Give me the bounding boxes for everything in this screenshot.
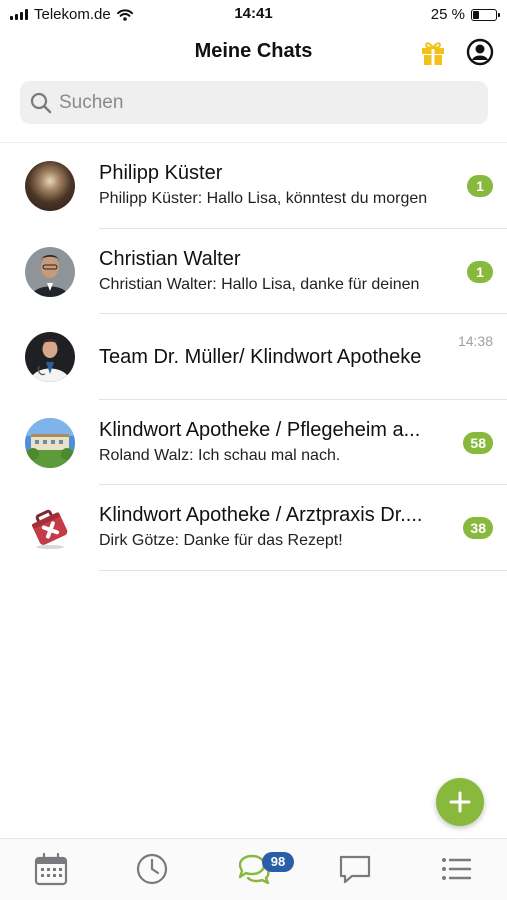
- row-divider: [99, 569, 507, 571]
- chat-preview: Roland Walz: Ich schau mal nach.: [99, 446, 341, 464]
- tab-history[interactable]: [134, 851, 170, 887]
- chat-time: 14:38: [457, 333, 493, 349]
- tab-calendar[interactable]: [33, 851, 69, 887]
- list-icon: [442, 858, 472, 880]
- status-right: 25 %: [430, 6, 500, 23]
- chat-preview: Philipp Küster: Hallo Lisa, könntest du …: [99, 190, 428, 207]
- tab-messages[interactable]: [337, 851, 373, 887]
- chat-list: Philipp Küster Philipp Küster: Hallo Lis…: [0, 143, 507, 571]
- chat-name: Team Dr. Müller/ Klindwort Apotheke: [99, 346, 422, 368]
- search-input[interactable]: [59, 91, 459, 114]
- avatar: [25, 417, 75, 468]
- tab-menu[interactable]: [438, 851, 474, 887]
- gift-icon[interactable]: [420, 38, 446, 66]
- new-chat-button[interactable]: [436, 778, 484, 826]
- chat-row-arztpraxis[interactable]: Klindwort Apotheke / Arztpraxis Dr.... D…: [0, 485, 507, 571]
- unread-badge: 38: [463, 517, 493, 539]
- chat-preview: Christian Walter: Hallo Lisa, danke für …: [99, 275, 420, 293]
- chat-row-christian-walter[interactable]: Christian Walter Christian Walter: Hallo…: [0, 229, 507, 314]
- status-bar: Telekom.de 14:41 25 %: [0, 0, 507, 30]
- battery-icon: [471, 8, 500, 21]
- battery-level: [473, 10, 479, 19]
- unread-badge: 1: [467, 260, 493, 283]
- unread-badge: 1: [467, 175, 493, 197]
- avatar: [25, 332, 75, 382]
- tab-bar: 98: [0, 838, 507, 900]
- avatar: [25, 246, 75, 297]
- calendar-icon: [34, 852, 68, 886]
- chat-preview: Dirk Götze: Danke für das Rezept!: [99, 532, 343, 549]
- chat-row-pflegeheim[interactable]: Klindwort Apotheke / Pflegeheim a... Rol…: [0, 400, 507, 485]
- chat-name: Philipp Küster: [99, 162, 223, 184]
- plus-icon: [449, 791, 471, 813]
- battery-percent: 25 %: [430, 6, 465, 23]
- chat-name: Klindwort Apotheke / Arztpraxis Dr....: [99, 504, 423, 526]
- search-bar[interactable]: [20, 81, 488, 124]
- search-icon: [30, 92, 52, 113]
- profile-icon[interactable]: [466, 38, 494, 66]
- chat-name: Christian Walter: [99, 247, 241, 270]
- chats-unread-badge: 98: [262, 852, 294, 872]
- chat-icon: [339, 855, 371, 884]
- chat-name: Klindwort Apotheke / Pflegeheim a...: [99, 418, 421, 441]
- chat-row-team-dr-mueller[interactable]: Team Dr. Müller/ Klindwort Apotheke 14:3…: [0, 314, 507, 400]
- unread-badge: 58: [463, 431, 493, 454]
- avatar: [25, 161, 75, 211]
- medical-kit-icon: [25, 503, 75, 553]
- nav-bar: Meine Chats: [0, 30, 507, 76]
- clock-icon: [136, 853, 168, 885]
- chat-row-philipp-kuester[interactable]: Philipp Küster Philipp Küster: Hallo Lis…: [0, 143, 507, 229]
